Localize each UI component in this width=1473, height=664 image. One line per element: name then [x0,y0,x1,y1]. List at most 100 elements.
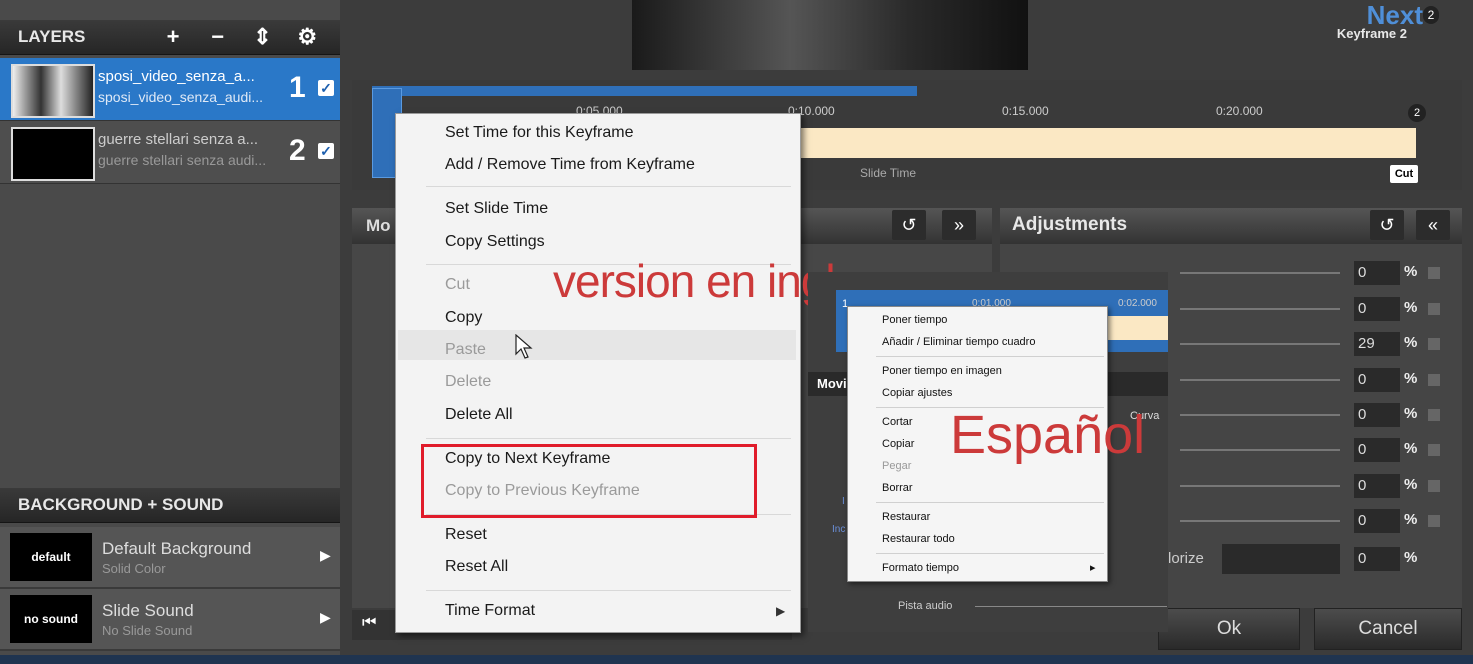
adjustment-slider[interactable] [1180,308,1340,310]
preview-image [632,0,1028,70]
adjustment-value[interactable]: 0 [1354,261,1400,285]
layer-number: 1 [289,71,306,104]
adjustment-checkbox[interactable] [1428,303,1440,315]
layer-visible-checkbox[interactable]: ✓ [318,143,334,159]
menu-separator [426,186,791,187]
layer-subname: guerre stellari senza audi... [98,152,267,168]
spanish-audio-track-label: Pista audio [898,600,953,612]
collapse-icon[interactable]: « [1416,210,1450,240]
skip-back-icon[interactable]: ⏮ [362,614,382,634]
percent-label: % [1404,440,1418,457]
background-item[interactable]: default Default Background Solid Color ▶ [0,527,340,589]
menu-item-poner-tiempo[interactable]: Poner tiempo [882,314,947,326]
gear-icon[interactable]: ⚙ [296,20,318,54]
layer-item-1[interactable]: sposi_video_senza_a... sposi_video_senza… [0,58,340,121]
menu-item-reset-all[interactable]: Reset All [445,558,508,576]
reorder-layer-button[interactable]: ⇕ [251,20,273,54]
timeline-selection-bar [372,86,917,96]
menu-item-set-slide-time[interactable]: Set Slide Time [445,200,548,218]
percent-label: % [1404,511,1418,528]
adjustment-value[interactable]: 0 [1354,438,1400,462]
submenu-arrow-icon: ▸ [1090,562,1096,574]
adjustment-value[interactable]: 0 [1354,474,1400,498]
adjustment-value[interactable]: 0 [1354,509,1400,533]
layer-subname: sposi_video_senza_audi... [98,89,264,105]
menu-item-time-format[interactable]: Time Format [445,602,535,620]
menu-item-reset[interactable]: Reset [445,526,487,544]
adjustment-slider[interactable] [1180,485,1340,487]
adjustment-checkbox[interactable] [1428,374,1440,386]
add-layer-button[interactable]: + [162,20,184,54]
mouse-cursor-icon [515,334,533,359]
menu-item-set-time-keyframe[interactable]: Set Time for this Keyframe [445,124,634,142]
taskbar [0,655,1473,664]
menu-item-restaurar[interactable]: Restaurar [882,511,930,523]
adjustment-slider[interactable] [1180,520,1340,522]
menu-item-copy[interactable]: Copy [445,309,482,327]
background-subtitle: Solid Color [102,561,166,576]
layer-item-2[interactable]: guerre stellari senza a... guerre stella… [0,121,340,184]
next-keyframe-badge: 2 [1423,6,1439,24]
chevron-right-icon[interactable]: ▶ [320,609,331,626]
percent-label: % [1404,549,1418,566]
layer-visible-checkbox[interactable]: ✓ [318,80,334,96]
percent-label: % [1404,299,1418,316]
sound-item[interactable]: no sound Slide Sound No Slide Sound ▶ [0,589,340,651]
adjustment-slider[interactable] [1180,379,1340,381]
keyframe-2-marker[interactable]: 2 [1408,104,1426,122]
adjustment-slider[interactable] [1180,414,1340,416]
menu-item-add-remove-time[interactable]: Add / Remove Time from Keyframe [445,156,695,174]
adjustment-value[interactable]: 0 [1354,368,1400,392]
cancel-button[interactable]: Cancel [1314,608,1462,650]
adjustment-checkbox[interactable] [1428,267,1440,279]
undo-icon[interactable]: ↺ [892,210,926,240]
colorize-swatch[interactable] [1222,544,1340,574]
adjustment-slider[interactable] [1180,343,1340,345]
adjustment-checkbox[interactable] [1428,338,1440,350]
menu-item-delete-all[interactable]: Delete All [445,406,513,424]
bg-sound-header: BACKGROUND + SOUND [0,488,340,523]
keyframe-label: Keyframe 2 [1336,26,1407,41]
expand-icon[interactable]: » [942,210,976,240]
menu-item-cortar[interactable]: Cortar [882,416,913,428]
chevron-right-icon[interactable]: ▶ [320,547,331,564]
menu-item-formato-tiempo[interactable]: Formato tiempo [882,562,959,574]
context-menu-english: Set Time for this Keyframe Add / Remove … [395,113,801,633]
colorize-value[interactable]: 0 [1354,547,1400,571]
adjustments-title: Adjustments [1012,214,1128,235]
layers-header: LAYERS + − ⇕ ⚙ [0,20,340,55]
adjustment-checkbox[interactable] [1428,515,1440,527]
motion-panel-title: Mo [366,216,391,235]
cut-button[interactable]: Cut [1390,165,1418,183]
menu-item-copy-settings[interactable]: Copy Settings [445,233,545,251]
menu-separator [876,553,1104,554]
menu-separator [426,590,791,591]
annotation-spanish-label: Español [950,405,1146,465]
timeline-tick: 0:20.000 [1216,104,1263,118]
remove-layer-button[interactable]: − [207,20,229,54]
menu-item-copiar[interactable]: Copiar [882,438,914,450]
menu-separator [876,356,1104,357]
menu-item-restaurar-todo[interactable]: Restaurar todo [882,533,955,545]
submenu-arrow-icon: ▶ [776,604,786,618]
menu-item-borrar[interactable]: Borrar [882,482,913,494]
layer-name: sposi_video_senza_a... [98,68,255,85]
ok-button[interactable]: Ok [1158,608,1300,650]
adjustment-slider[interactable] [1180,449,1340,451]
spanish-tick: 0:02.000 [1118,298,1157,309]
undo-icon[interactable]: ↺ [1370,210,1404,240]
menu-item-copiar-ajustes[interactable]: Copiar ajustes [882,387,952,399]
adjustment-checkbox[interactable] [1428,444,1440,456]
adjustment-checkbox[interactable] [1428,409,1440,421]
background-title: Default Background [102,539,252,558]
adjustment-value[interactable]: 0 [1354,403,1400,427]
timeline-tick: 0:15.000 [1002,104,1049,118]
timeline-track[interactable] [800,128,1416,158]
adjustment-checkbox[interactable] [1428,480,1440,492]
adjustment-value[interactable]: 29 [1354,332,1400,356]
menu-item-anadir-eliminar[interactable]: Añadir / Eliminar tiempo cuadro [882,336,1035,348]
adjustment-value[interactable]: 0 [1354,297,1400,321]
menu-item-poner-tiempo-imagen[interactable]: Poner tiempo en imagen [882,365,1002,377]
layer-thumbnail [11,127,95,181]
adjustment-slider[interactable] [1180,272,1340,274]
